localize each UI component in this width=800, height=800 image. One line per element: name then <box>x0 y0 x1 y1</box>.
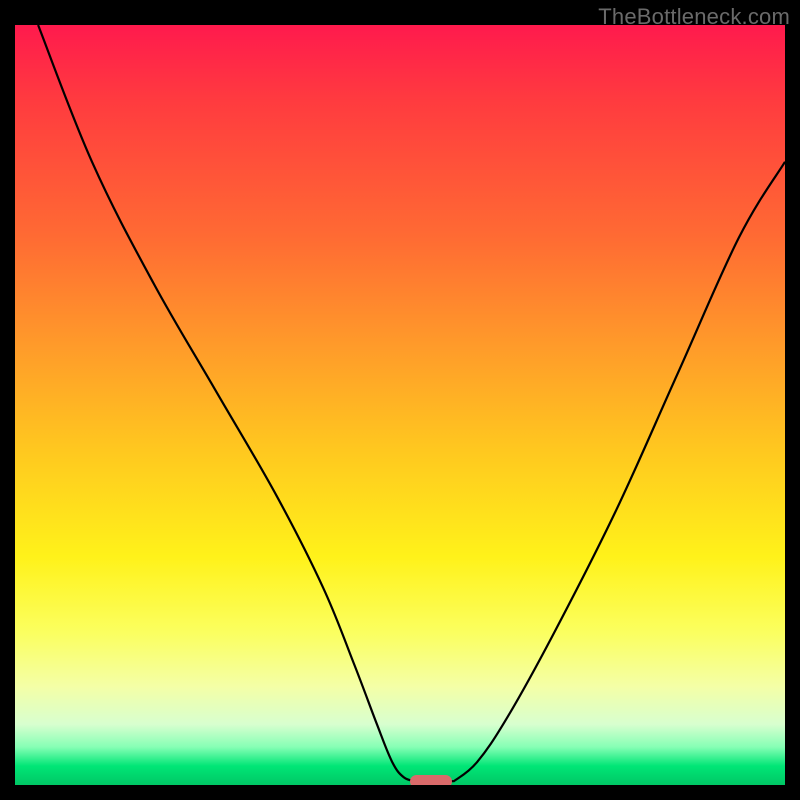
curve-path <box>38 25 785 781</box>
optimum-marker <box>410 775 452 785</box>
bottleneck-curve <box>15 25 785 785</box>
plot-area <box>15 25 785 785</box>
watermark-text: TheBottleneck.com <box>598 4 790 30</box>
chart-frame: TheBottleneck.com <box>0 0 800 800</box>
